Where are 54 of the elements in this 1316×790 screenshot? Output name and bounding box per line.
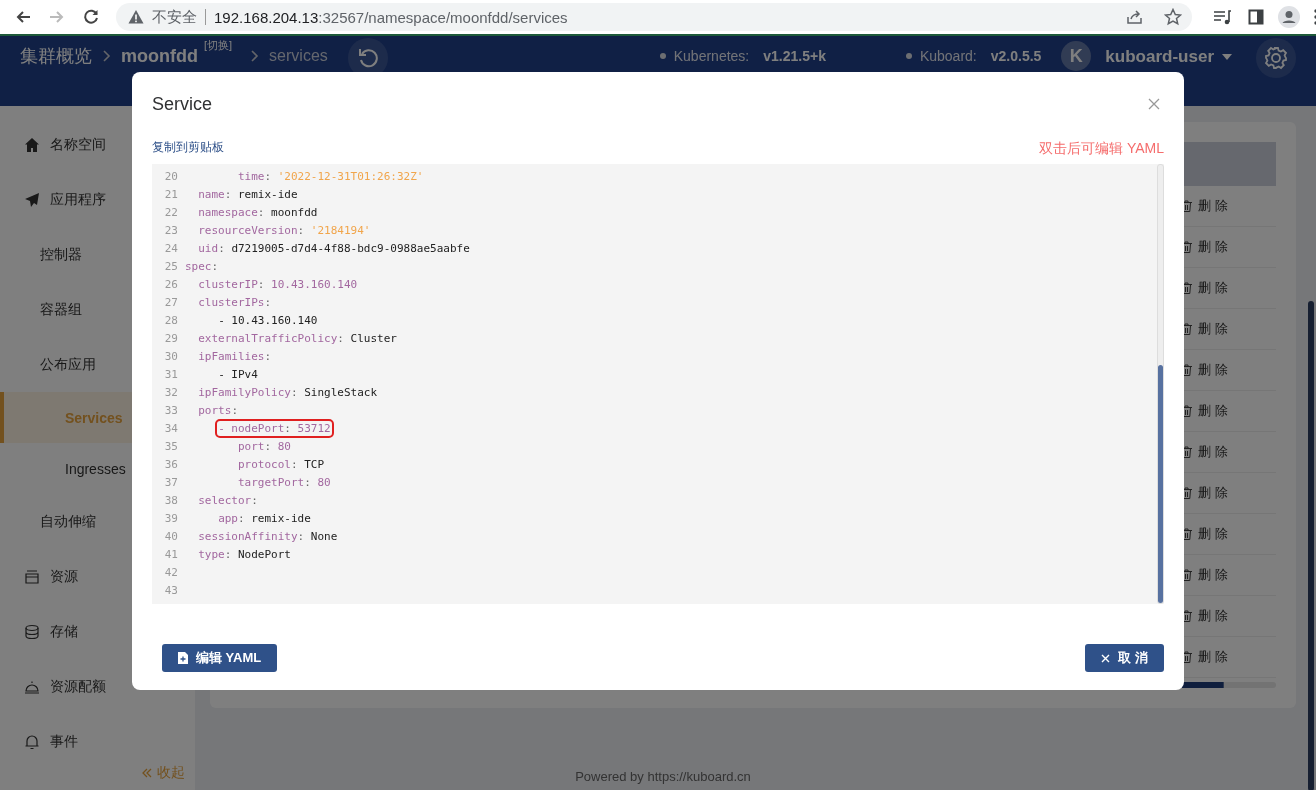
line-number: 30: [163, 349, 179, 363]
line-number: 43: [163, 583, 179, 597]
code-line: ports:: [198, 403, 238, 417]
line-number: 34: [163, 421, 179, 435]
line-number: 42: [163, 565, 179, 579]
code-line: uid: d7219005-d7d4-4f88-bdc9-0988ae5aabfe: [198, 241, 470, 255]
line-number: 25: [163, 259, 179, 273]
line-number: 36: [163, 457, 179, 471]
line-number: 22: [163, 205, 179, 219]
code-line: - IPv4: [218, 367, 258, 381]
version-label: Kubernetes:: [673, 47, 750, 66]
code-line: externalTrafficPolicy: Cluster: [198, 331, 397, 345]
dialog-title: Service: [152, 93, 213, 115]
line-number: 33: [163, 403, 179, 417]
line-number: 29: [163, 331, 179, 345]
code-line: - 10.43.160.140: [218, 313, 318, 327]
line-number: 27: [163, 295, 179, 309]
code-line: sessionAffinity: None: [198, 529, 338, 543]
line-number: 38: [163, 493, 179, 507]
user-avatar: K: [1061, 41, 1092, 71]
code-line: - nodePort: 53712: [218, 421, 331, 435]
code-line: protocol: TCP: [238, 457, 325, 471]
line-number: 41: [163, 547, 179, 561]
url-text: 192.168.204.13:32567/namespace/moonfdd/services: [214, 8, 568, 26]
code-line: port: 80: [238, 439, 291, 453]
version-label: Kuboard:: [919, 47, 977, 66]
line-number: 23: [163, 223, 179, 237]
code-line: ipFamilyPolicy: SingleStack: [198, 385, 378, 399]
code-line: namespace: moonfdd: [198, 205, 318, 219]
code-line: clusterIP: 10.43.160.140: [198, 277, 358, 291]
security-label: 不安全: [152, 9, 206, 25]
code-line: time: '2022-12-31T01:26:32Z': [238, 169, 424, 183]
line-number: 21: [163, 187, 179, 201]
code-line: clusterIPs:: [198, 295, 272, 309]
line-number: 39: [163, 511, 179, 525]
line-number: 31: [163, 367, 179, 381]
code-line: ipFamilies:: [198, 349, 272, 363]
code-line: selector:: [198, 493, 258, 507]
line-number: 28: [163, 313, 179, 327]
line-number: 40: [163, 529, 179, 543]
code-line: spec:: [185, 259, 219, 273]
line-number: 20: [163, 169, 179, 183]
code-line: type: NodePort: [198, 547, 291, 561]
line-number: 24: [163, 241, 179, 255]
version-value: v2.0.5.5: [990, 47, 1042, 66]
code-line: targetPort: 80: [238, 475, 331, 489]
code-line: app: remix-ide: [218, 511, 311, 525]
footer-text: Powered by https://kuboard.cn: [574, 769, 752, 786]
line-number: 26: [163, 277, 179, 291]
code-line: resourceVersion: '2184194': [198, 223, 371, 237]
edit-hint: 双击后可编辑 YAML: [1039, 140, 1164, 158]
version-value: v1.21.5+k: [763, 47, 826, 66]
code-line: name: remix-ide: [198, 187, 298, 201]
line-number: 37: [163, 475, 179, 489]
